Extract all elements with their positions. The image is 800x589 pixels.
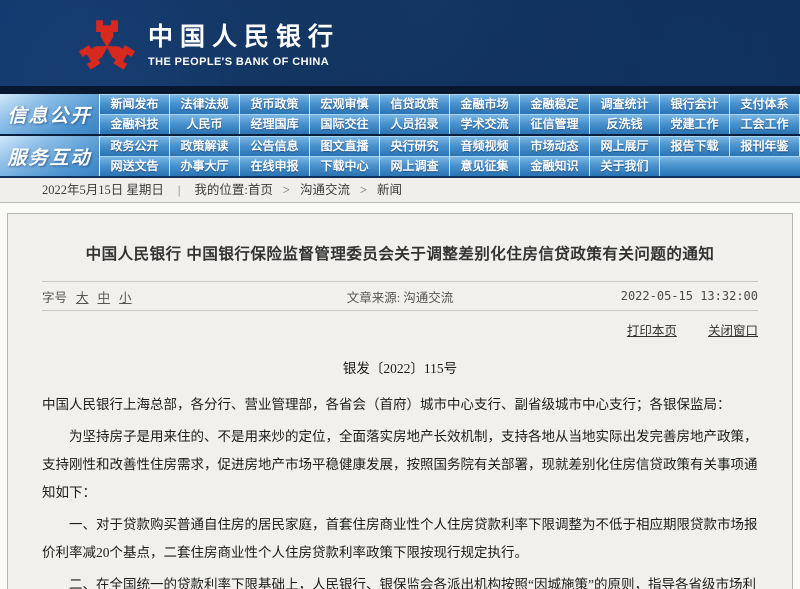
- article-source-label: 文章来源:: [347, 291, 400, 305]
- nav-item[interactable]: 调查统计: [590, 94, 660, 114]
- article-paragraph: 二、在全国统一的贷款利率下限基础上，人民银行、银保监会各派出机构按照“因城施策”…: [42, 571, 758, 589]
- nav-row: 新闻发布法律法规货币政策宏观审慎信贷政策金融市场金融稳定调查统计银行会计支付体系: [100, 94, 800, 114]
- nav-section: 服务互动政务公开政策解读公告信息图文直播央行研究音频视频市场动态网上展厅报告下载…: [0, 134, 800, 176]
- document-number: 银发〔2022〕115号: [42, 357, 758, 377]
- nav-item[interactable]: 关于我们: [590, 156, 660, 176]
- breadcrumb-link-section[interactable]: 沟通交流: [300, 178, 350, 202]
- nav-item[interactable]: 网上调查: [380, 156, 450, 176]
- nav-item[interactable]: 征信管理: [520, 114, 590, 134]
- nav-section-label[interactable]: 服务互动: [0, 136, 100, 176]
- nav-item[interactable]: 经理国库: [240, 114, 310, 134]
- pboc-emblem-icon: [78, 12, 136, 72]
- nav-section-label[interactable]: 信息公开: [0, 94, 100, 134]
- nav-item[interactable]: 在线申报: [240, 156, 310, 176]
- nav-item[interactable]: 办事大厅: [170, 156, 240, 176]
- breadcrumb-location-label: 我的位置:: [194, 178, 247, 202]
- font-size-controls: 字号 大 中 小: [42, 287, 242, 306]
- nav-item[interactable]: 人员招录: [380, 114, 450, 134]
- breadcrumb-link-news[interactable]: 新闻: [377, 178, 402, 202]
- nav-item[interactable]: 报告下载: [660, 136, 730, 156]
- nav-item[interactable]: 学术交流: [450, 114, 520, 134]
- nav-item[interactable]: 意见征集: [450, 156, 520, 176]
- breadcrumb-home-link[interactable]: 首页: [248, 178, 273, 202]
- nav-item[interactable]: 金融稳定: [520, 94, 590, 114]
- nav-item[interactable]: 音频视频: [450, 136, 520, 156]
- nav-item[interactable]: 市场动态: [520, 136, 590, 156]
- logo-title-cn: 中国人民银行: [148, 17, 340, 53]
- article-actions: 打印本页 关闭窗口: [42, 311, 758, 341]
- breadcrumb-separator: >: [360, 178, 367, 202]
- nav-rows: 新闻发布法律法规货币政策宏观审慎信贷政策金融市场金融稳定调查统计银行会计支付体系…: [100, 94, 800, 134]
- nav-item[interactable]: 党建工作: [660, 114, 730, 134]
- nav-item[interactable]: 图文直播: [310, 136, 380, 156]
- font-size-medium-link[interactable]: 中: [98, 287, 111, 306]
- nav-item[interactable]: 下载中心: [310, 156, 380, 176]
- nav-item[interactable]: 网上展厅: [590, 136, 660, 156]
- print-page-link[interactable]: 打印本页: [627, 324, 677, 338]
- nav-section: 信息公开新闻发布法律法规货币政策宏观审慎信贷政策金融市场金融稳定调查统计银行会计…: [0, 94, 800, 134]
- nav-item[interactable]: 支付体系: [730, 94, 800, 114]
- pboc-logo: 中国人民银行 THE PEOPLE'S BANK OF CHINA: [78, 12, 340, 72]
- logo-text: 中国人民银行 THE PEOPLE'S BANK OF CHINA: [148, 17, 340, 68]
- article-panel: 中国人民银行 中国银行保险监督管理委员会关于调整差别化住房信贷政策有关问题的通知…: [7, 213, 793, 589]
- nav-item[interactable]: 货币政策: [240, 94, 310, 114]
- nav-item[interactable]: 银行会计: [660, 94, 730, 114]
- article-datetime: 2022-05-15 13:32:00: [558, 289, 758, 303]
- page: 中国人民银行 THE PEOPLE'S BANK OF CHINA 信息公开新闻…: [0, 0, 800, 589]
- article-source: 文章来源: 沟通交流: [242, 287, 558, 306]
- font-size-large-link[interactable]: 大: [76, 287, 89, 306]
- article-source-value: 沟通交流: [403, 291, 453, 305]
- nav-row: 网送文告办事大厅在线申报下载中心网上调查意见征集金融知识关于我们: [100, 156, 800, 176]
- article-body: 中国人民银行上海总部，各分行、营业管理部，各省会（首府）城市中心支行、副省级城市…: [42, 391, 758, 589]
- site-header: 中国人民银行 THE PEOPLE'S BANK OF CHINA: [0, 0, 800, 86]
- nav-filler: [660, 156, 800, 176]
- article-paragraph: 中国人民银行上海总部，各分行、营业管理部，各省会（首府）城市中心支行、副省级城市…: [42, 391, 758, 419]
- nav-row: 金融科技人民币经理国库国际交往人员招录学术交流征信管理反洗钱党建工作工会工作: [100, 114, 800, 134]
- nav-item[interactable]: 金融知识: [520, 156, 590, 176]
- nav-rows: 政务公开政策解读公告信息图文直播央行研究音频视频市场动态网上展厅报告下载报刊年鉴…: [100, 136, 800, 176]
- nav-item[interactable]: 政务公开: [100, 136, 170, 156]
- nav-item[interactable]: 政策解读: [170, 136, 240, 156]
- font-size-small-link[interactable]: 小: [119, 287, 132, 306]
- nav-item[interactable]: 金融市场: [450, 94, 520, 114]
- main-nav: 信息公开新闻发布法律法规货币政策宏观审慎信贷政策金融市场金融稳定调查统计银行会计…: [0, 94, 800, 178]
- article-paragraph: 为坚持房子是用来住的、不是用来炒的定位，全面落实房地产长效机制，支持各地从当地实…: [42, 423, 758, 507]
- breadcrumb-date: 2022年5月15日 星期日: [42, 178, 164, 202]
- nav-row: 政务公开政策解读公告信息图文直播央行研究音频视频市场动态网上展厅报告下载报刊年鉴: [100, 136, 800, 156]
- nav-item[interactable]: 国际交往: [310, 114, 380, 134]
- header-divider-strip: [0, 86, 800, 94]
- nav-item[interactable]: 工会工作: [730, 114, 800, 134]
- nav-item[interactable]: 公告信息: [240, 136, 310, 156]
- nav-item[interactable]: 反洗钱: [590, 114, 660, 134]
- breadcrumb-pipe: |: [178, 178, 181, 202]
- nav-item[interactable]: 人民币: [170, 114, 240, 134]
- nav-item[interactable]: 信贷政策: [380, 94, 450, 114]
- nav-item[interactable]: 法律法规: [170, 94, 240, 114]
- breadcrumb-separator: >: [283, 178, 290, 202]
- font-size-label: 字号: [42, 287, 67, 306]
- article-paragraph: 一、对于贷款购买普通自住房的居民家庭，首套住房商业性个人住房贷款利率下限调整为不…: [42, 511, 758, 567]
- nav-item[interactable]: 央行研究: [380, 136, 450, 156]
- page-title: 中国人民银行 中国银行保险监督管理委员会关于调整差别化住房信贷政策有关问题的通知: [42, 242, 758, 264]
- nav-item[interactable]: 宏观审慎: [310, 94, 380, 114]
- breadcrumb: 2022年5月15日 星期日 | 我的位置: 首页 > 沟通交流 > 新闻: [0, 178, 800, 203]
- nav-item[interactable]: 报刊年鉴: [730, 136, 800, 156]
- article-meta-row: 字号 大 中 小 文章来源: 沟通交流 2022-05-15 13:32:00: [42, 282, 758, 310]
- nav-item[interactable]: 新闻发布: [100, 94, 170, 114]
- logo-title-en: THE PEOPLE'S BANK OF CHINA: [148, 56, 340, 68]
- close-window-link[interactable]: 关闭窗口: [708, 324, 758, 338]
- nav-item[interactable]: 网送文告: [100, 156, 170, 176]
- nav-item[interactable]: 金融科技: [100, 114, 170, 134]
